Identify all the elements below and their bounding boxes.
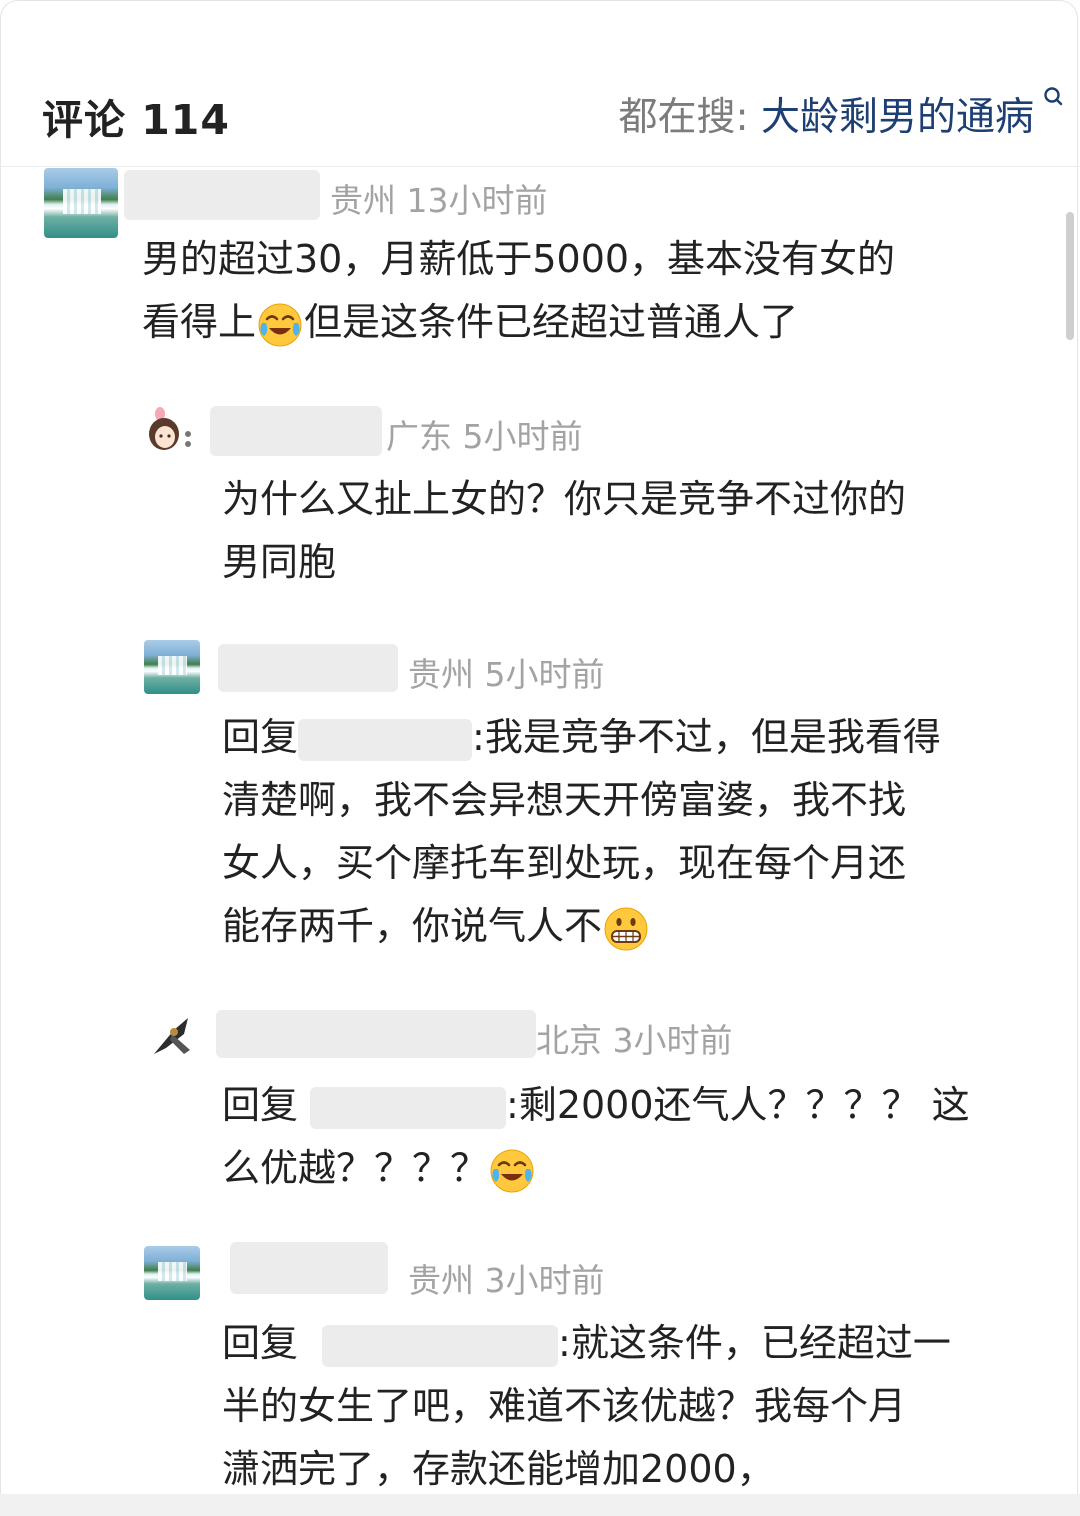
comment-location-time: 贵州 5小时前 xyxy=(408,655,605,694)
reply-prefix: 回复 xyxy=(222,1083,299,1127)
scrollbar[interactable] xyxy=(1066,212,1074,340)
trending-search-label: 都在搜: xyxy=(618,95,749,140)
comment-text: 回复:就这条件，已经超过一 半的女生了吧，难道不该优越？我每个月 潇洒完了，存款… xyxy=(222,1321,951,1491)
comment-text: 回复:剩2000还气人？？？？ 这 么优越？？？？ xyxy=(222,1074,970,1200)
mentioned-user-redacted[interactable] xyxy=(310,1086,507,1129)
comment-location-time: 北京 3小时前 xyxy=(536,1021,733,1060)
comment-count-title: 评论 114 xyxy=(42,96,230,144)
comments-header: 评论 114 都在搜: 大龄剩男的通病 xyxy=(0,0,1080,167)
grinning-face-emoji xyxy=(604,907,648,950)
username-redacted[interactable] xyxy=(230,1242,388,1294)
username-redacted[interactable] xyxy=(216,1010,536,1058)
avatar[interactable] xyxy=(144,404,202,458)
username-redacted[interactable] xyxy=(210,406,382,456)
avatar[interactable] xyxy=(144,1246,200,1300)
comment-text: 为什么又扯上女的？你只是竞争不过你的 男同胞 xyxy=(222,477,907,584)
bottom-edge xyxy=(0,1494,1080,1516)
reply-prefix: 回复 xyxy=(222,1321,299,1365)
search-icon[interactable] xyxy=(1040,84,1068,112)
username-redacted[interactable] xyxy=(124,170,320,220)
trending-search[interactable]: 都在搜: 大龄剩男的通病 xyxy=(618,86,1063,142)
comment-location-time: 贵州 13小时前 xyxy=(330,181,548,220)
face-with-tears-of-joy-emoji xyxy=(490,1149,534,1192)
comment-text: 回复:我是竞争不过，但是我看得 清楚啊，我不会异想天开傍富婆，我不找 女人，买个… xyxy=(222,706,941,958)
face-with-tears-of-joy-emoji xyxy=(258,303,302,346)
trending-search-keyword[interactable]: 大龄剩男的通病 xyxy=(761,95,1034,140)
avatar[interactable] xyxy=(144,1010,200,1062)
avatar[interactable] xyxy=(144,640,200,694)
username-redacted[interactable] xyxy=(218,644,398,692)
comment-location-time: 贵州 3小时前 xyxy=(408,1261,605,1300)
avatar[interactable] xyxy=(44,168,118,238)
reply-prefix: 回复 xyxy=(222,715,299,759)
comment-text: 男的超过30，月薪低于5000，基本没有女的 看得上 但是这条件已经超过普通人了 xyxy=(142,228,895,354)
comment-location-time: 广东 5小时前 xyxy=(386,417,583,456)
mentioned-user-redacted[interactable] xyxy=(298,718,473,761)
mentioned-user-redacted[interactable] xyxy=(322,1324,559,1367)
